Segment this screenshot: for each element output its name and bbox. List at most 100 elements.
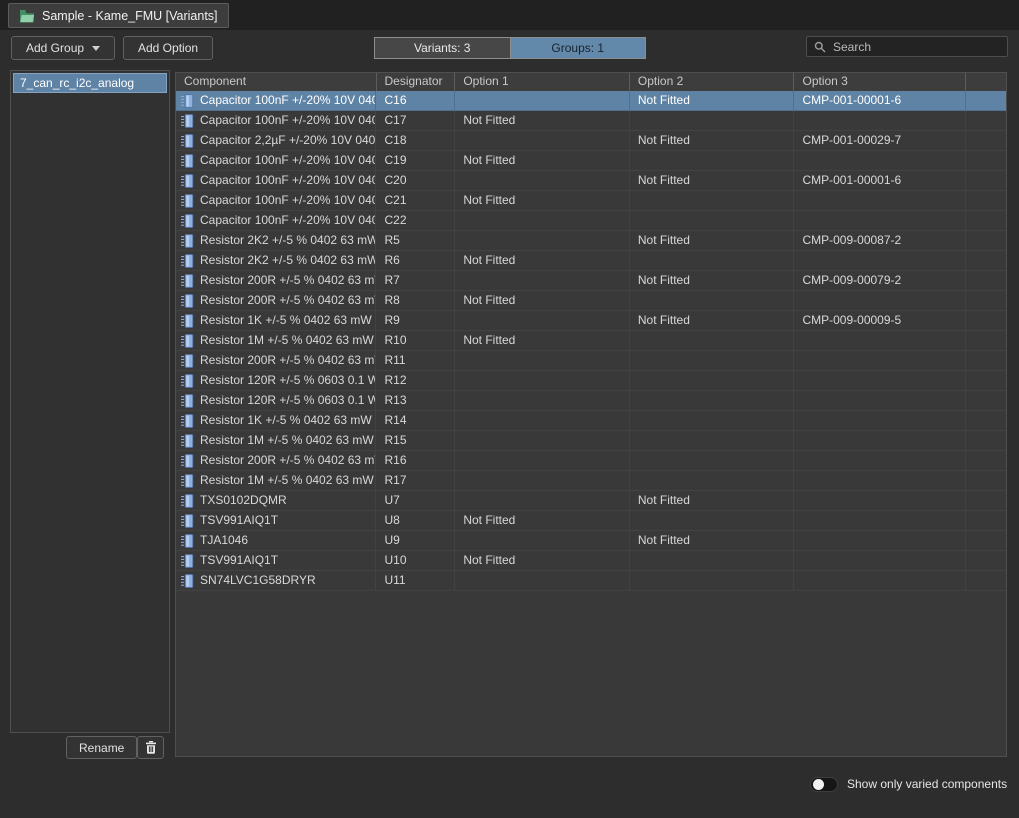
option2-cell[interactable] xyxy=(629,471,794,490)
column-header-component[interactable]: Component xyxy=(176,73,376,91)
option3-cell[interactable]: CMP-001-00001-6 xyxy=(793,171,965,190)
table-row[interactable]: TJA1046 U9 Not Fitted xyxy=(176,531,1006,551)
option2-cell[interactable]: Not Fitted xyxy=(629,231,794,250)
option1-cell[interactable]: Not Fitted xyxy=(454,291,629,310)
table-row[interactable]: SN74LVC1G58DRYR U11 xyxy=(176,571,1006,591)
option3-cell[interactable] xyxy=(793,411,965,430)
table-row[interactable]: Resistor 200R +/-5 % 0402 63 mW R11 xyxy=(176,351,1006,371)
table-row[interactable]: Resistor 1K +/-5 % 0402 63 mW R9 Not Fit… xyxy=(176,311,1006,331)
option3-cell[interactable]: CMP-001-00029-7 xyxy=(793,131,965,150)
table-row[interactable]: Resistor 2K2 +/-5 % 0402 63 mW R6 Not Fi… xyxy=(176,251,1006,271)
option1-cell[interactable] xyxy=(454,531,629,550)
table-row[interactable]: TSV991AIQ1T U8 Not Fitted xyxy=(176,511,1006,531)
component-cell[interactable]: Resistor 1K +/-5 % 0402 63 mW xyxy=(176,311,375,330)
option1-cell[interactable] xyxy=(454,391,629,410)
designator-cell[interactable]: C21 xyxy=(375,191,454,210)
option2-cell[interactable] xyxy=(629,351,794,370)
extra-cell[interactable] xyxy=(965,211,1006,230)
component-cell[interactable]: SN74LVC1G58DRYR xyxy=(176,571,375,590)
variants-tab[interactable]: Variants: 3 xyxy=(375,38,511,58)
option3-cell[interactable] xyxy=(793,511,965,530)
designator-cell[interactable]: C22 xyxy=(375,211,454,230)
extra-cell[interactable] xyxy=(965,471,1006,490)
extra-cell[interactable] xyxy=(965,191,1006,210)
extra-cell[interactable] xyxy=(965,291,1006,310)
table-row[interactable]: Capacitor 100nF +/-20% 10V 0402 C20 Not … xyxy=(176,171,1006,191)
designator-cell[interactable]: R12 xyxy=(375,371,454,390)
option3-cell[interactable] xyxy=(793,191,965,210)
option3-cell[interactable] xyxy=(793,151,965,170)
designator-cell[interactable]: U9 xyxy=(375,531,454,550)
designator-cell[interactable]: C20 xyxy=(375,171,454,190)
option1-cell[interactable]: Not Fitted xyxy=(454,251,629,270)
component-cell[interactable]: Resistor 200R +/-5 % 0402 63 mW xyxy=(176,271,375,290)
rename-button[interactable]: Rename xyxy=(66,736,137,759)
option2-cell[interactable] xyxy=(629,411,794,430)
extra-cell[interactable] xyxy=(965,131,1006,150)
component-cell[interactable]: TSV991AIQ1T xyxy=(176,551,375,570)
table-row[interactable]: Capacitor 100nF +/-20% 10V 0402 C19 Not … xyxy=(176,151,1006,171)
extra-cell[interactable] xyxy=(965,91,1006,110)
extra-cell[interactable] xyxy=(965,491,1006,510)
add-option-button[interactable]: Add Option xyxy=(123,36,213,60)
table-row[interactable]: Resistor 200R +/-5 % 0402 63 mW R16 xyxy=(176,451,1006,471)
table-row[interactable]: Resistor 120R +/-5 % 0603 0.1 W R12 xyxy=(176,371,1006,391)
component-cell[interactable]: Capacitor 100nF +/-20% 10V 0402 xyxy=(176,211,375,230)
option2-cell[interactable]: Not Fitted xyxy=(629,131,794,150)
table-row[interactable]: Resistor 1M +/-5 % 0402 63 mW R17 xyxy=(176,471,1006,491)
delete-group-button[interactable] xyxy=(137,736,164,759)
designator-cell[interactable]: R16 xyxy=(375,451,454,470)
extra-cell[interactable] xyxy=(965,371,1006,390)
designator-cell[interactable]: R11 xyxy=(375,351,454,370)
table-row[interactable]: Capacitor 100nF +/-20% 10V 0402 C17 Not … xyxy=(176,111,1006,131)
extra-cell[interactable] xyxy=(965,351,1006,370)
extra-cell[interactable] xyxy=(965,411,1006,430)
component-cell[interactable]: Resistor 1K +/-5 % 0402 63 mW xyxy=(176,411,375,430)
component-cell[interactable]: Resistor 200R +/-5 % 0402 63 mW xyxy=(176,451,375,470)
option1-cell[interactable] xyxy=(454,491,629,510)
option1-cell[interactable] xyxy=(454,231,629,250)
extra-cell[interactable] xyxy=(965,171,1006,190)
extra-cell[interactable] xyxy=(965,331,1006,350)
extra-cell[interactable] xyxy=(965,391,1006,410)
table-row[interactable]: Resistor 1M +/-5 % 0402 63 mW R15 xyxy=(176,431,1006,451)
designator-cell[interactable]: R10 xyxy=(375,331,454,350)
component-cell[interactable]: Capacitor 2,2µF +/-20% 10V 0402 xyxy=(176,131,375,150)
component-cell[interactable]: Resistor 120R +/-5 % 0603 0.1 W xyxy=(176,391,375,410)
component-cell[interactable]: TSV991AIQ1T xyxy=(176,511,375,530)
designator-cell[interactable]: C17 xyxy=(375,111,454,130)
extra-cell[interactable] xyxy=(965,271,1006,290)
component-cell[interactable]: Resistor 200R +/-5 % 0402 63 mW xyxy=(176,351,375,370)
designator-cell[interactable]: R17 xyxy=(375,471,454,490)
column-header-option1[interactable]: Option 1 xyxy=(454,73,629,91)
extra-cell[interactable] xyxy=(965,151,1006,170)
component-cell[interactable]: Resistor 200R +/-5 % 0402 63 mW xyxy=(176,291,375,310)
extra-cell[interactable] xyxy=(965,251,1006,270)
extra-cell[interactable] xyxy=(965,511,1006,530)
option1-cell[interactable] xyxy=(454,211,629,230)
designator-cell[interactable]: U11 xyxy=(375,571,454,590)
option3-cell[interactable] xyxy=(793,571,965,590)
designator-cell[interactable]: U7 xyxy=(375,491,454,510)
option3-cell[interactable] xyxy=(793,331,965,350)
option1-cell[interactable] xyxy=(454,311,629,330)
option3-cell[interactable] xyxy=(793,531,965,550)
option2-cell[interactable] xyxy=(629,371,794,390)
extra-cell[interactable] xyxy=(965,571,1006,590)
option2-cell[interactable] xyxy=(629,511,794,530)
component-cell[interactable]: Capacitor 100nF +/-20% 10V 0402 xyxy=(176,151,375,170)
option3-cell[interactable]: CMP-009-00087-2 xyxy=(793,231,965,250)
component-cell[interactable]: Resistor 2K2 +/-5 % 0402 63 mW xyxy=(176,231,375,250)
component-cell[interactable]: Capacitor 100nF +/-20% 10V 0402 xyxy=(176,91,375,110)
table-row[interactable]: Capacitor 100nF +/-20% 10V 0402 C21 Not … xyxy=(176,191,1006,211)
option1-cell[interactable] xyxy=(454,571,629,590)
sidebar-item-group[interactable]: 7_can_rc_i2c_analog xyxy=(13,73,167,93)
table-row[interactable]: Capacitor 100nF +/-20% 10V 0402 C22 xyxy=(176,211,1006,231)
column-header-option3[interactable]: Option 3 xyxy=(793,73,965,91)
designator-cell[interactable]: R8 xyxy=(375,291,454,310)
table-row[interactable]: Resistor 2K2 +/-5 % 0402 63 mW R5 Not Fi… xyxy=(176,231,1006,251)
component-cell[interactable]: Capacitor 100nF +/-20% 10V 0402 xyxy=(176,191,375,210)
option3-cell[interactable] xyxy=(793,551,965,570)
search-input[interactable] xyxy=(833,40,1000,54)
component-cell[interactable]: Capacitor 100nF +/-20% 10V 0402 xyxy=(176,171,375,190)
